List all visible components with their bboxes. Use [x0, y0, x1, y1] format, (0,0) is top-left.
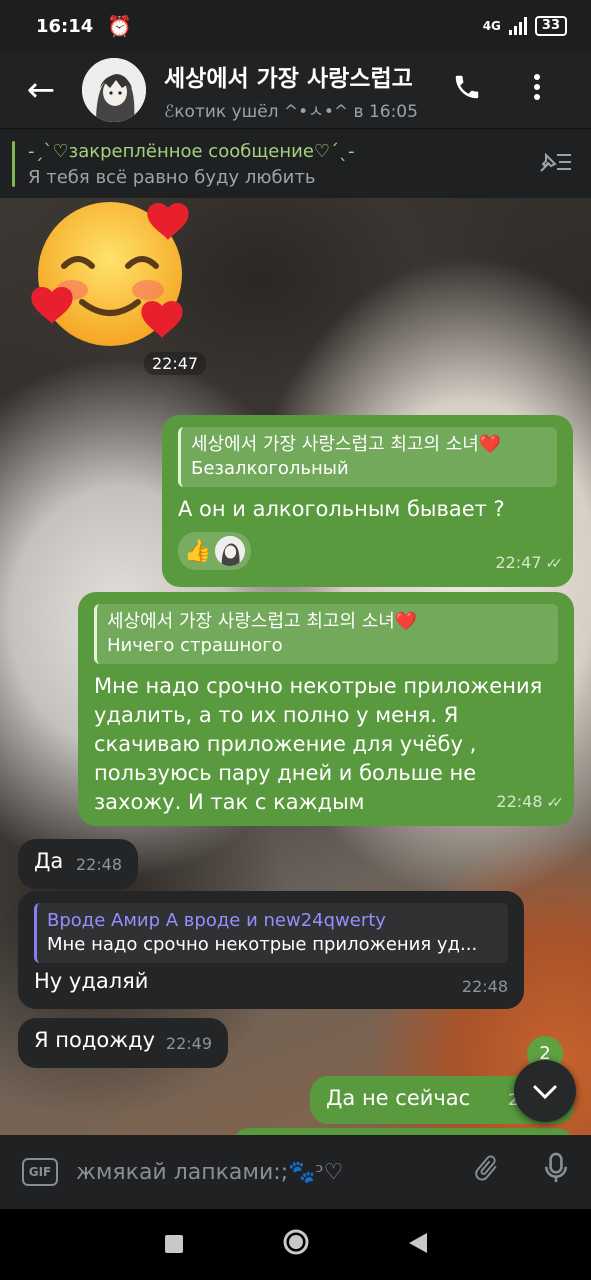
message-text: Я подожду — [34, 1028, 156, 1052]
message-time: 22:47 ✓✓ — [495, 553, 564, 572]
chat-header: ← 세상에서 가장 사랑스럽고 ℰкотик ушёл ^•ㅅ•^ в 16:0… — [0, 52, 591, 128]
message-time: 22:48 — [461, 977, 508, 996]
message-time: 22:47 — [144, 352, 207, 375]
incoming-message[interactable]: Я подожду 22:49 — [18, 1018, 228, 1068]
reply-author: 세상에서 가장 사랑스럽고 최고의 소녀❤️ — [191, 434, 502, 455]
phone-icon[interactable] — [432, 72, 502, 109]
chat-area[interactable]: 22:47 세상에서 가장 사랑스럽고 최고의 소녀❤️ Безалкоголь… — [0, 198, 591, 1135]
reply-text: Мне надо срочно некотрые приложения уд..… — [47, 934, 478, 955]
more-vertical-icon[interactable] — [502, 72, 572, 109]
double-check-icon: ✓✓ — [545, 556, 564, 572]
chevron-down-icon[interactable] — [514, 1060, 576, 1122]
status-icons: 4G 33 — [483, 16, 567, 36]
sticker-message[interactable] — [30, 198, 200, 348]
thumbs-up-icon: 👍 — [184, 538, 212, 564]
battery-icon: 33 — [534, 16, 567, 36]
triangle-back-icon[interactable] — [357, 1231, 479, 1259]
reactor-avatar — [215, 536, 246, 566]
reply-quote[interactable]: Вроде Амир А вроде и new24qwerty Мне над… — [34, 903, 508, 963]
outgoing-message-partial[interactable] — [232, 1128, 574, 1135]
reply-author: Вроде Амир А вроде и new24qwerty — [47, 910, 386, 931]
pinned-indicator — [12, 141, 15, 187]
avatar[interactable] — [82, 58, 146, 122]
composer: GIF жмякай лапками:;🐾ᵓ♡ — [0, 1135, 591, 1209]
alarm-icon: ⏰ — [107, 14, 133, 38]
message-text: Да — [34, 849, 64, 873]
gif-icon[interactable]: GIF — [22, 1158, 58, 1186]
pinned-message[interactable]: -ˏˋ♡закреплённое сообщение♡ˊˎ- Я тебя вс… — [0, 128, 591, 198]
signal-icon — [508, 17, 527, 35]
paperclip-icon[interactable] — [451, 1151, 521, 1193]
message-input[interactable]: жмякай лапками:;🐾ᵓ♡ — [76, 1160, 451, 1185]
pinned-text: Я тебя всё равно буду любить — [28, 167, 316, 188]
reply-text: Ничего страшного — [107, 635, 283, 656]
square-icon[interactable] — [113, 1231, 235, 1259]
chat-status: ℰкотик ушёл ^•ㅅ•^ в 16:05 — [164, 101, 418, 122]
message-text: Да не сейчас — [326, 1086, 471, 1110]
message-time: 22:48 — [75, 855, 122, 874]
status-bar: 16:14 ⏰ 4G 33 — [0, 0, 591, 52]
microphone-icon[interactable] — [521, 1151, 591, 1193]
system-nav-bar — [0, 1209, 591, 1280]
message-time: 22:48 ✓✓ — [496, 792, 565, 811]
incoming-message[interactable]: Вроде Амир А вроде и new24qwerty Мне над… — [18, 891, 524, 1009]
chat-title: 세상에서 가장 사랑스럽고 — [164, 65, 413, 92]
chat-title-block[interactable]: 세상에서 가장 사랑스럽고 ℰкотик ушёл ^•ㅅ•^ в 16:05 — [164, 59, 432, 122]
incoming-message[interactable]: Да 22:48 — [18, 839, 138, 889]
reply-text: Безалкогольный — [191, 458, 349, 479]
arrow-left-icon[interactable]: ← — [0, 70, 82, 110]
network-label: 4G — [482, 19, 501, 33]
reply-quote[interactable]: 세상에서 가장 사랑스럽고 최고의 소녀❤️ Безалкогольный — [178, 427, 557, 487]
unpin-list-icon[interactable] — [537, 149, 573, 181]
message-text: Мне надо срочно некотрые приложения удал… — [94, 674, 543, 814]
clock: 16:14 — [36, 15, 94, 37]
reaction-chip[interactable]: 👍 — [178, 532, 252, 570]
message-time: 22:49 — [165, 1034, 212, 1053]
reply-quote[interactable]: 세상에서 가장 사랑스럽고 최고의 소녀❤️ Ничего страшного — [94, 604, 558, 664]
message-text: А он и алкогольным бывает ? — [178, 497, 505, 521]
pinned-title: -ˏˋ♡закреплённое сообщение♡ˊˎ- — [28, 141, 355, 162]
message-text: Ну удаляй — [34, 969, 149, 993]
circle-icon[interactable] — [235, 1229, 357, 1261]
outgoing-message[interactable]: 세상에서 가장 사랑스럽고 최고의 소녀❤️ Безалкогольный А … — [162, 415, 573, 587]
reply-author: 세상에서 가장 사랑스럽고 최고의 소녀❤️ — [107, 611, 418, 632]
double-check-icon: ✓✓ — [546, 795, 565, 811]
outgoing-message[interactable]: 세상에서 가장 사랑스럽고 최고의 소녀❤️ Ничего страшного … — [78, 592, 574, 826]
